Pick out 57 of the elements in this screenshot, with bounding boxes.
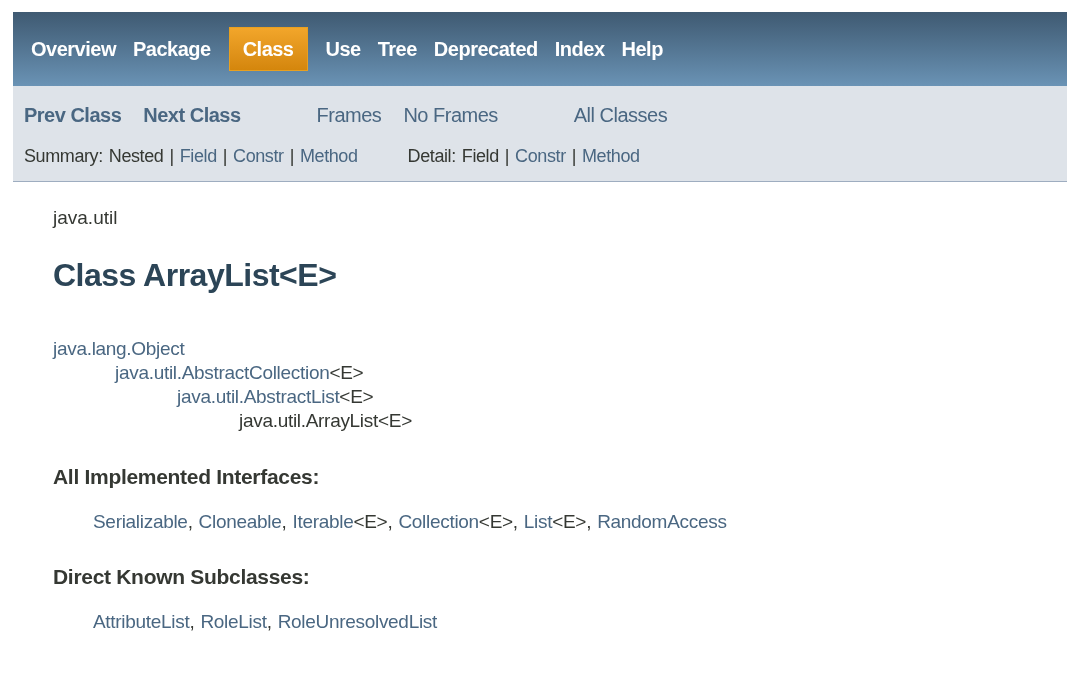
nav-tab[interactable]: Tree (370, 28, 424, 70)
class-link[interactable]: Serializable (93, 508, 188, 537)
nav-text: Field (461, 145, 499, 168)
class-link[interactable]: List (523, 508, 553, 537)
type-parameter: <E> (353, 510, 388, 534)
nav-link[interactable]: Frames (316, 102, 382, 128)
comma: , (187, 510, 193, 534)
package-name: java.util (53, 206, 119, 230)
bar-label: Detail: (407, 145, 456, 168)
type-parameter: <E> (552, 510, 587, 534)
nav-tab[interactable]: Deprecated (426, 28, 545, 70)
type-parameter: <E> (478, 510, 513, 534)
nav-tab[interactable]: Use (318, 28, 368, 70)
nav-link[interactable]: No Frames (403, 102, 498, 128)
class-link[interactable]: RoleList (200, 608, 267, 637)
class-link[interactable]: java.lang.Object (53, 336, 185, 361)
class-link[interactable]: Iterable (292, 508, 354, 537)
nav-link[interactable]: Next Class (143, 102, 241, 128)
type-parameter: <E> (377, 408, 412, 433)
nav-tab[interactable]: Index (547, 28, 612, 70)
class-link[interactable]: RandomAccess (597, 508, 727, 537)
separator: | (222, 145, 228, 168)
comma: , (266, 610, 272, 634)
separator: | (169, 145, 174, 168)
nav-tab[interactable]: Help (614, 28, 670, 70)
class-name: java.util.ArrayList (239, 408, 378, 433)
comma: , (512, 510, 518, 534)
class-link[interactable]: RoleUnresolvedList (277, 608, 437, 637)
section-heading: Direct Known Subclasses: (53, 563, 311, 590)
nav-link[interactable]: Method (582, 144, 640, 168)
nav-tab[interactable]: Class (228, 27, 308, 71)
nav-link[interactable]: Constr (233, 144, 284, 168)
comma: , (189, 610, 195, 634)
bar-label: Summary: (24, 145, 103, 168)
section-heading: All Implemented Interfaces: (53, 463, 321, 490)
separator: | (289, 145, 294, 168)
class-link[interactable]: Cloneable (198, 508, 282, 537)
nav-link[interactable]: Method (299, 144, 358, 168)
nav-link[interactable]: All Classes (573, 102, 668, 128)
nav-link[interactable]: Prev Class (24, 102, 122, 128)
type-parameter: <E> (329, 360, 364, 385)
nav-text: Nested (108, 145, 164, 168)
nav-link[interactable]: Field (179, 144, 217, 168)
class-link[interactable]: java.util.AbstractCollection (115, 360, 330, 385)
class-link[interactable]: AttributeList (93, 608, 190, 637)
type-parameter: <E> (339, 384, 374, 409)
separator: | (571, 145, 576, 168)
nav-link[interactable]: Constr (515, 144, 566, 168)
comma: , (387, 510, 393, 534)
class-title: Class ArrayList<E> (53, 255, 338, 295)
comma: , (281, 510, 287, 534)
nav-tab[interactable]: Overview (24, 28, 123, 70)
comma: , (586, 510, 592, 534)
class-link[interactable]: Collection (398, 508, 479, 537)
separator: | (504, 145, 510, 168)
class-link[interactable]: java.util.AbstractList (177, 384, 340, 409)
nav-tab[interactable]: Package (125, 28, 218, 70)
